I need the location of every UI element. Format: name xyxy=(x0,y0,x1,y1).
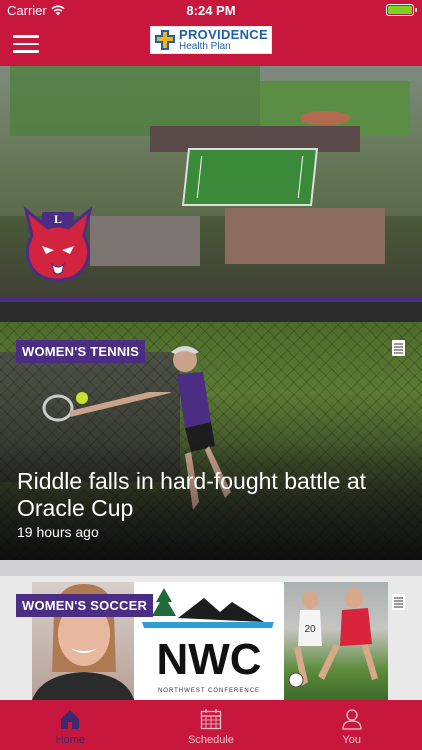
clock: 8:24 PM xyxy=(186,3,236,18)
tab-you[interactable]: You xyxy=(281,700,422,750)
user-icon xyxy=(342,709,362,730)
hamburger-icon-line xyxy=(13,50,39,53)
nwc-logo: NWC NORTHWEST CONFERENCE xyxy=(134,582,284,700)
tab-label: Home xyxy=(55,734,85,746)
hamburger-icon-line xyxy=(13,35,39,38)
nwc-logo-subtext: NORTHWEST CONFERENCE xyxy=(158,688,260,694)
news-timestamp: 19 hours ago xyxy=(17,524,99,540)
bottom-tab-bar: Home Schedule You xyxy=(0,700,422,750)
status-bar: Carrier 8:24 PM xyxy=(0,0,422,22)
app-screen: Carrier 8:24 PM PROVIDENCE Health Plan L… xyxy=(0,0,422,750)
tab-label: You xyxy=(342,734,361,746)
sponsor-subtitle: Health Plan xyxy=(179,41,231,52)
app-header: Carrier 8:24 PM PROVIDENCE Health Plan xyxy=(0,0,422,66)
cross-icon xyxy=(154,29,176,51)
battery-icon xyxy=(386,4,417,16)
nwc-logo-text: NWC xyxy=(156,635,261,684)
menu-button[interactable] xyxy=(13,35,39,53)
hamburger-icon-line xyxy=(13,42,39,45)
news-card[interactable]: WOMEN'S TENNIS Riddle falls in hard-foug… xyxy=(0,322,422,560)
feed-separator xyxy=(0,302,422,322)
news-card[interactable]: NWC NORTHWEST CONFERENCE 20 WOMEN'S SOCC… xyxy=(0,576,422,700)
tab-label: Schedule xyxy=(188,734,234,746)
soccer-action-photo: 20 xyxy=(284,582,388,700)
article-icon xyxy=(392,340,405,356)
calendar-icon xyxy=(200,709,222,730)
football-field xyxy=(181,148,319,206)
mascot-letter: L xyxy=(54,212,62,226)
tab-schedule[interactable]: Schedule xyxy=(141,700,282,750)
feed-separator xyxy=(0,560,422,576)
wildcat-mascot-logo: L xyxy=(23,206,93,282)
article-icon xyxy=(392,594,405,610)
home-icon xyxy=(61,710,80,729)
sponsor-logo[interactable]: PROVIDENCE Health Plan xyxy=(150,26,272,54)
svg-text:20: 20 xyxy=(304,624,316,635)
category-badge: WOMEN'S TENNIS xyxy=(16,340,146,363)
category-badge: WOMEN'S SOCCER xyxy=(16,594,154,617)
tab-home[interactable]: Home xyxy=(0,700,141,750)
hero-campus-image[interactable]: L xyxy=(0,66,422,302)
news-headline: Riddle falls in hard-fought battle at Or… xyxy=(17,468,367,521)
sponsor-name: PROVIDENCE xyxy=(179,27,268,42)
